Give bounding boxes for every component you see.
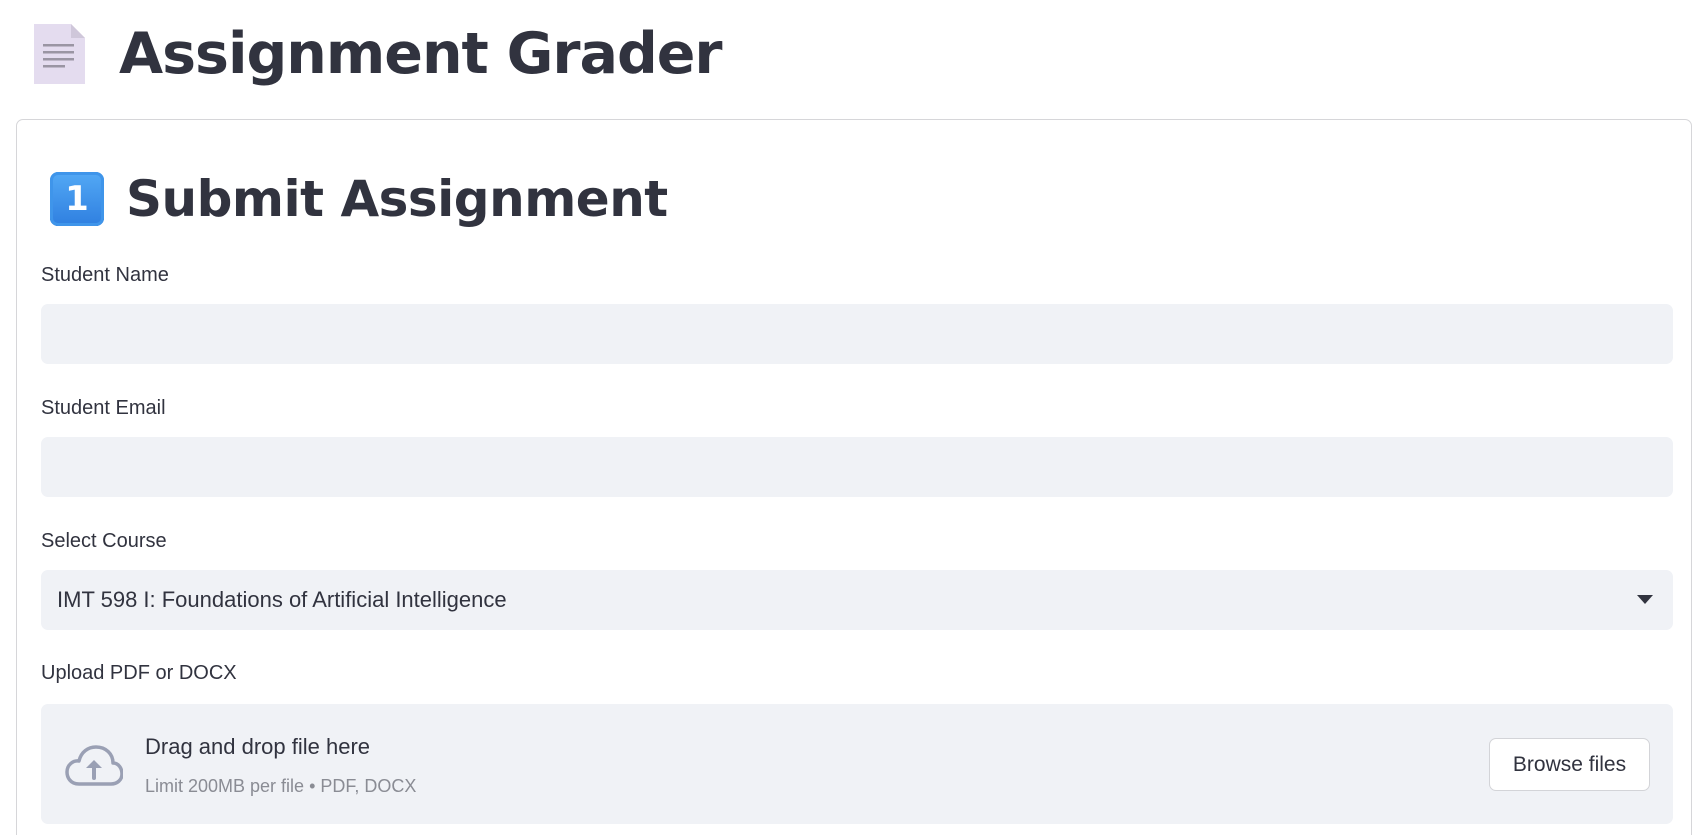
student-email-input[interactable]	[41, 437, 1673, 497]
title-row: Assignment Grader	[34, 18, 723, 90]
dropzone-limit-text: Limit 200MB per file • PDF, DOCX	[145, 776, 417, 796]
page: Assignment Grader 1 Submit Assignment St…	[0, 0, 1707, 835]
student-name-input[interactable]	[41, 304, 1673, 364]
dropzone-text: Drag and drop file here	[145, 734, 371, 759]
file-dropzone[interactable]: Drag and drop file here Limit 200MB per …	[41, 704, 1673, 824]
course-select[interactable]: IMT 598 I: Foundations of Artificial Int…	[41, 570, 1673, 630]
page-title: Assignment Grader	[119, 20, 723, 87]
upload-label: Upload PDF or DOCX	[41, 662, 237, 684]
student-name-label: Student Name	[41, 264, 169, 286]
caret-down-icon	[1637, 595, 1653, 604]
course-select-value: IMT 598 I: Foundations of Artificial Int…	[57, 587, 507, 612]
section-header: 1 Submit Assignment	[50, 170, 668, 228]
section-title: Submit Assignment	[126, 170, 668, 228]
document-icon	[34, 24, 85, 84]
browse-files-button[interactable]: Browse files	[1489, 738, 1650, 791]
select-course-label: Select Course	[41, 530, 167, 552]
keycap-one-icon: 1	[50, 172, 104, 226]
student-email-label: Student Email	[41, 397, 166, 419]
cloud-upload-icon	[65, 745, 123, 786]
